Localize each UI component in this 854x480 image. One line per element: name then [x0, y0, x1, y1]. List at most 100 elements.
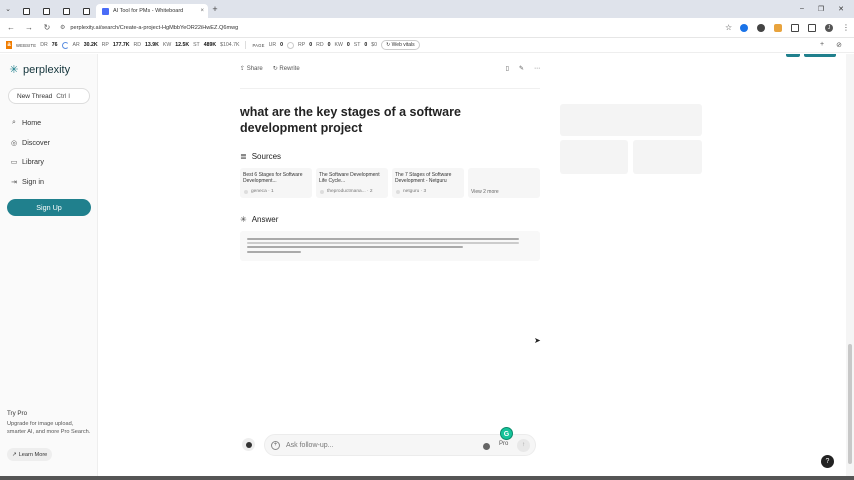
tab-favicon-icon	[82, 7, 90, 15]
source-meta: netguru · 3	[403, 189, 427, 194]
extension-dark-icon[interactable]	[757, 23, 765, 32]
close-window-button[interactable]: ✕	[838, 5, 844, 13]
sources-heading: ≣ Sources	[240, 152, 281, 161]
skeleton-line	[247, 238, 519, 240]
rd-value: 13.9K	[145, 42, 159, 48]
source-title: The Software Development Life Cycle...	[319, 172, 380, 184]
extensions-puzzle-icon[interactable]	[791, 23, 799, 32]
forward-arrow-icon[interactable]: →	[24, 23, 34, 32]
grammarly-icon[interactable]: G	[500, 427, 513, 440]
browser-tab-3[interactable]	[56, 4, 76, 18]
page-scrollbar[interactable]	[846, 54, 854, 480]
sidebar-item-signin[interactable]: ⇥ Sign in	[10, 177, 44, 186]
source-meta: theproductmana... · 2	[327, 189, 373, 194]
seo-add-icon[interactable]: +	[820, 41, 824, 49]
source-meta: geneca · 1	[251, 189, 274, 194]
page-kw-value: 0	[346, 42, 350, 48]
back-arrow-icon[interactable]: ←	[6, 23, 16, 32]
attach-plus-icon[interactable]: +	[271, 440, 280, 450]
browser-tab-2[interactable]	[36, 4, 56, 18]
ahrefs-logo-icon[interactable]: a	[6, 41, 12, 49]
bookmark-star-icon[interactable]: ☆	[725, 23, 732, 32]
tab-close-icon[interactable]: ×	[200, 8, 204, 14]
new-tab-button[interactable]: +	[208, 4, 222, 14]
source-card[interactable]: The Software Development Life Cycle... t…	[316, 168, 388, 198]
source-title: The 7 Stages of Software Development - N…	[395, 172, 452, 184]
page-rd-label: RD	[316, 42, 324, 48]
sidebar-item-discover[interactable]: ◎ Discover	[10, 138, 50, 147]
extension-blue-icon[interactable]	[740, 23, 748, 32]
maximize-button[interactable]: ❐	[818, 5, 824, 13]
learn-more-label: Learn More	[18, 451, 48, 458]
help-button[interactable]: ?	[821, 455, 834, 468]
seo-disable-icon[interactable]: ⊘	[836, 41, 842, 49]
thread-divider	[240, 88, 540, 89]
signin-icon: ⇥	[11, 178, 17, 186]
side-panel-icon[interactable]	[808, 23, 816, 32]
sidebar-item-home[interactable]: ⌕ Home	[10, 118, 41, 127]
skeleton-line	[247, 251, 301, 253]
rewrite-button[interactable]: ↻ Rewrite	[273, 65, 300, 72]
sidebar-item-label: Sign in	[22, 177, 44, 186]
answer-heading-label: Answer	[251, 215, 279, 224]
tab-favicon-icon	[62, 7, 70, 15]
follow-up-input[interactable]: + Ask follow-up... Pro ↑	[264, 434, 536, 456]
view-more-sources-button[interactable]: View 2 more	[468, 168, 540, 198]
edit-icon[interactable]: ✎	[519, 65, 524, 72]
copy-icon[interactable]: ▯	[506, 65, 509, 72]
sign-up-button[interactable]: Sign Up	[7, 199, 91, 216]
sidebar: ✳ perplexity New Thread Ctrl I ⌕ Home ◎ …	[0, 54, 98, 480]
rp-value: 177.7K	[112, 42, 130, 48]
source-card[interactable]: The 7 Stages of Software Development - N…	[392, 168, 464, 198]
page-label: PAGE	[252, 42, 265, 48]
browser-menu-icon[interactable]: ⋮	[842, 23, 850, 32]
browser-tab-1[interactable]	[16, 4, 36, 18]
source-favicon-icon	[320, 190, 324, 194]
perplexity-logo[interactable]: ✳ perplexity	[8, 64, 70, 76]
page-st-value: 0	[364, 42, 368, 48]
page-st-label: ST	[353, 42, 361, 48]
more-options-icon[interactable]: ⋯	[534, 65, 540, 72]
page-rd-value: 0	[327, 42, 331, 48]
thread-tools: ▯ ✎ ⋯	[506, 65, 540, 72]
kw-value: 12.5K	[175, 42, 190, 48]
scrollbar-thumb[interactable]	[848, 344, 852, 464]
tab-favicon-icon	[42, 7, 50, 15]
browser-tab-active[interactable]: AI Tool for PMs - Whiteboard ×	[96, 4, 208, 18]
skeleton-line	[247, 242, 519, 244]
source-card[interactable]: Best 6 Stages for Software Development..…	[240, 168, 312, 198]
web-vitals-button[interactable]: ↻ Web vitals	[381, 40, 420, 50]
page-st-extra: $0	[371, 42, 378, 48]
ar-value: 30.2K	[83, 42, 98, 48]
thread-main: ⇪ Share ↻ Rewrite ▯ ✎ ⋯ what are the key…	[98, 54, 846, 480]
new-thread-button[interactable]: New Thread Ctrl I	[8, 88, 90, 104]
top-signup-button[interactable]	[804, 54, 836, 57]
tab-favicon-icon	[22, 7, 30, 15]
image-placeholder	[560, 104, 702, 136]
top-right-buttons	[786, 54, 836, 57]
extension-orange-icon[interactable]	[774, 23, 782, 32]
dr-ring-icon	[61, 41, 69, 49]
browser-tab-4[interactable]	[76, 4, 96, 18]
follow-up-placeholder: Ask follow-up...	[286, 441, 334, 449]
site-info-icon[interactable]: ⚙	[60, 24, 65, 31]
learn-more-button[interactable]: ↗ Learn More	[7, 448, 53, 461]
page-rp-label: RP	[298, 42, 306, 48]
thread-action-row: ⇪ Share ↻ Rewrite ▯ ✎ ⋯	[240, 65, 540, 72]
tab-search-icon[interactable]: ⌄	[0, 5, 16, 13]
sidebar-item-library[interactable]: ▭ Library	[10, 157, 44, 166]
record-button[interactable]	[242, 438, 255, 451]
send-arrow-icon[interactable]: ↑	[517, 439, 530, 452]
profile-avatar[interactable]: J	[825, 23, 833, 32]
minimize-button[interactable]: –	[800, 5, 804, 13]
mouse-cursor-icon: ➤	[534, 336, 541, 345]
share-button[interactable]: ⇪ Share	[240, 65, 263, 72]
website-label: WEBSITE	[16, 42, 37, 48]
url-input[interactable]: ⚙ perplexity.ai/search/Create-a-project-…	[60, 21, 710, 35]
pro-toggle[interactable]	[483, 443, 490, 450]
try-pro-description: Upgrade for image upload, smarter AI, an…	[7, 421, 91, 435]
top-action-button[interactable]	[786, 54, 800, 57]
reload-icon[interactable]: ↻	[42, 23, 52, 32]
st-value: 489K	[203, 42, 217, 48]
ur-label: UR	[268, 42, 277, 48]
